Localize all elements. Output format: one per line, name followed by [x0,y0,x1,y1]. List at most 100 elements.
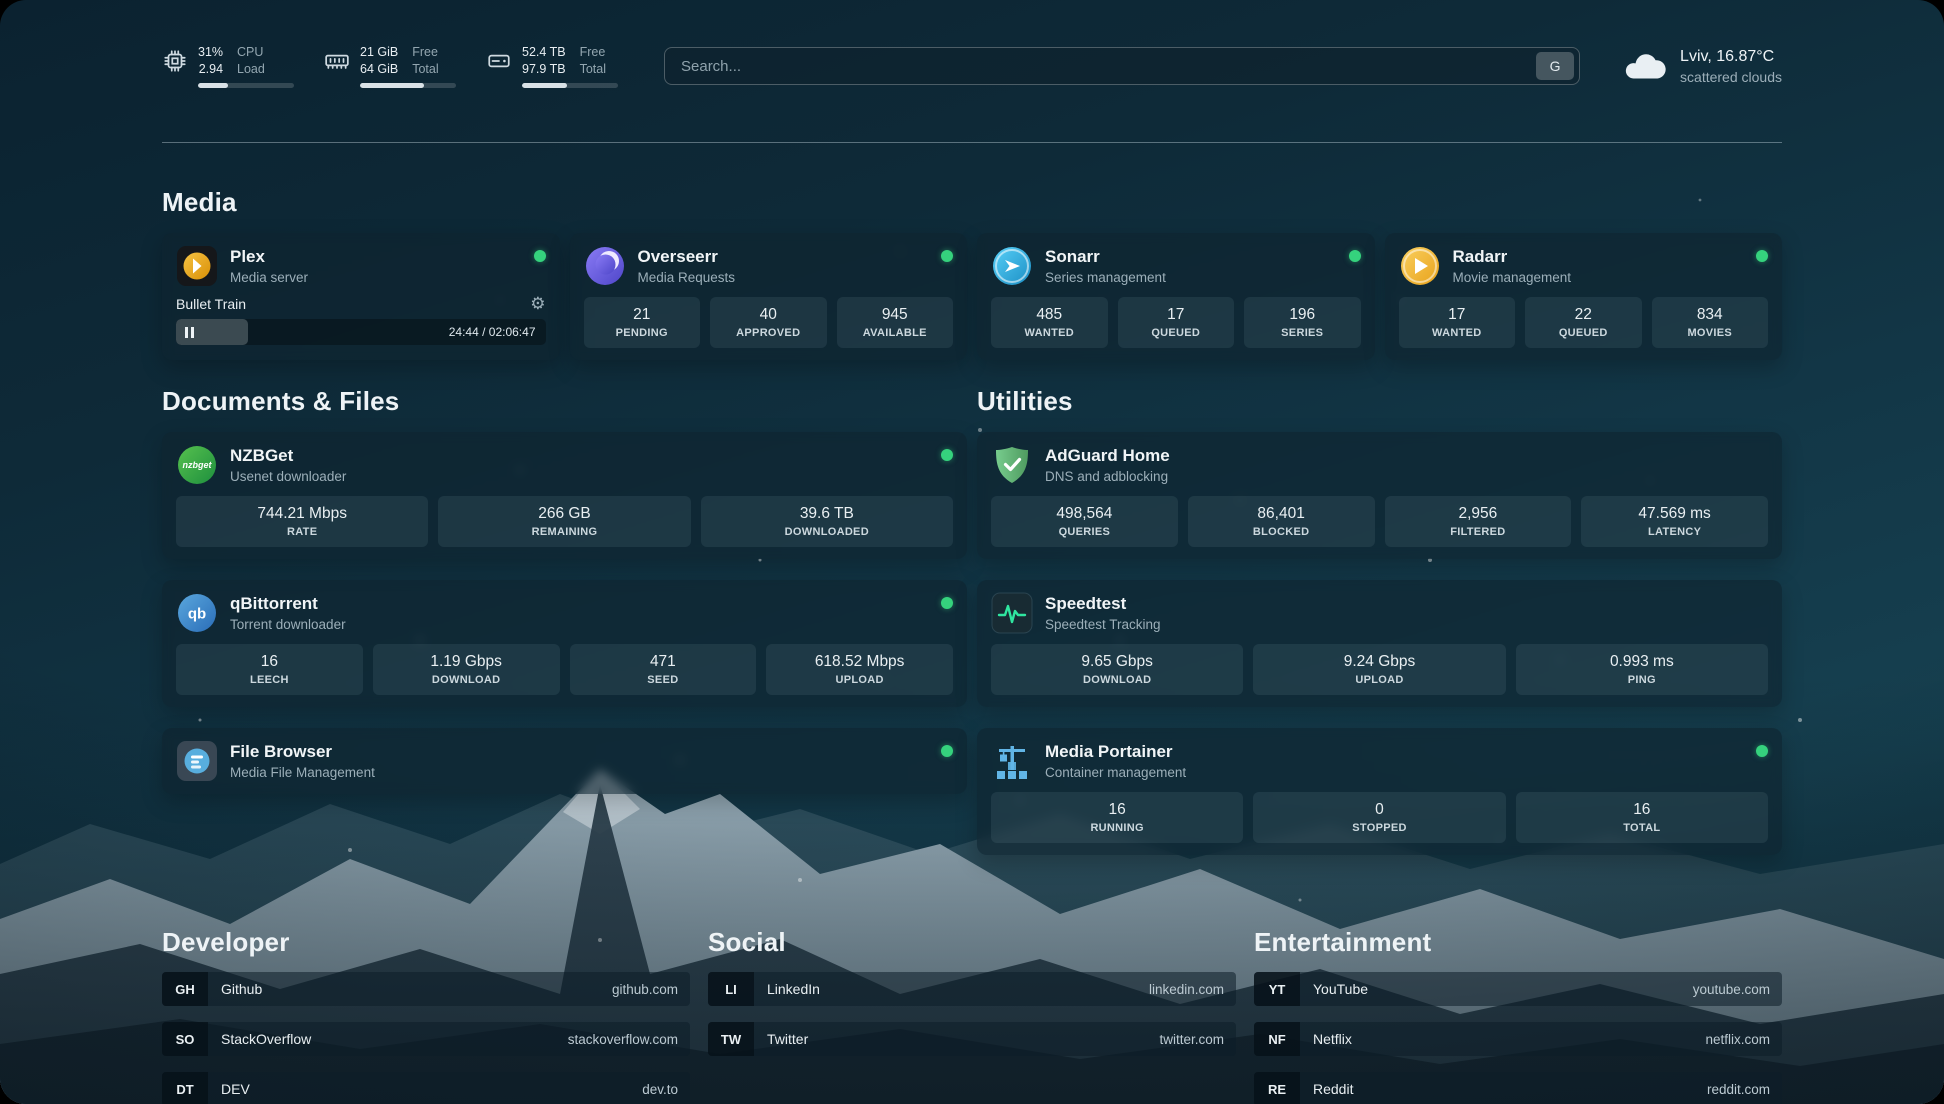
stat-box: 16 TOTAL [1516,792,1768,843]
portainer-icon [991,740,1033,782]
card-qbittorrent[interactable]: qb qBittorrent Torrent downloader 16 LEE… [162,580,967,707]
bookmark-abbr: NF [1254,1022,1300,1056]
stat-value: 2,956 [1458,505,1497,523]
app-subtitle: Movie management [1453,270,1745,285]
bookmark-github[interactable]: GH Github github.com [162,972,690,1006]
stat-label: REMAINING [532,526,598,538]
overseerr-icon [584,245,626,287]
card-plex[interactable]: Plex Media server Bullet Train ⚙ 24:44 /… [162,233,560,360]
card-radarr[interactable]: Radarr Movie management 17 WANTED 22 QUE… [1385,233,1783,360]
status-dot [1349,250,1361,262]
bookmark-name: DEV [221,1081,250,1097]
stat-box: 0.993 ms PING [1516,644,1768,695]
weather-location: Lviv, 16.87°C [1680,48,1782,66]
status-dot [941,597,953,609]
bookmark-netflix[interactable]: NF Netflix netflix.com [1254,1022,1782,1056]
bookmark-dev[interactable]: DT DEV dev.to [162,1072,690,1104]
stat-box: 618.52 Mbps UPLOAD [766,644,953,695]
app-subtitle: Series management [1045,270,1337,285]
stat-value: 618.52 Mbps [815,653,905,671]
bookmark-youtube[interactable]: YT YouTube youtube.com [1254,972,1782,1006]
top-bar: 31% 2.94 CPU Load [162,38,1782,94]
bookmark-abbr: SO [162,1022,208,1056]
bookmark-url: twitter.com [1159,1032,1224,1047]
stat-value: 40 [760,306,777,324]
stat-label: PING [1628,674,1656,686]
disk-free-value: 52.4 TB [522,44,566,61]
stat-box: 21 PENDING [584,297,701,348]
app-title: Media Portainer [1045,742,1744,762]
ram-total-label: Total [412,61,438,78]
search-engine-button[interactable]: G [1536,52,1574,80]
card-portainer[interactable]: Media Portainer Container management 16 … [977,728,1782,855]
card-overseerr[interactable]: Overseerr Media Requests 21 PENDING 40 A… [570,233,968,360]
stat-label: STOPPED [1352,822,1406,834]
card-speedtest[interactable]: Speedtest Speedtest Tracking 9.65 Gbps D… [977,580,1782,707]
card-nzbget[interactable]: nzbget NZBGet Usenet downloader 744.21 M… [162,432,967,559]
stat-value: 498,564 [1056,505,1112,523]
disk-free-label: Free [580,44,606,61]
card-filebrowser[interactable]: File Browser Media File Management [162,728,967,794]
section-title-entertainment: Entertainment [1254,927,1782,958]
bookmark-reddit[interactable]: RE Reddit reddit.com [1254,1072,1782,1104]
bookmark-name: Twitter [767,1031,808,1047]
app-title: Overseerr [638,247,930,267]
stat-box: 17 WANTED [1399,297,1516,348]
documents-column: Documents & Files nzbget [162,386,967,794]
developer-column: Developer GH Github github.com SO StackO… [162,927,690,1104]
stat-box: 744.21 Mbps RATE [176,496,428,547]
bookmark-abbr: GH [162,972,208,1006]
disk-metric: 52.4 TB 97.9 TB Free Total [486,44,618,89]
weather-widget: Lviv, 16.87°C scattered clouds [1622,48,1782,85]
stat-box: 0 STOPPED [1253,792,1505,843]
cpu-metric: 31% 2.94 CPU Load [162,44,294,89]
playback-progress-bar[interactable]: 24:44 / 02:06:47 [176,319,546,345]
bookmark-abbr: TW [708,1022,754,1056]
stat-value: 196 [1289,306,1315,324]
section-title-media: Media [162,187,1782,218]
card-sonarr[interactable]: Sonarr Series management 485 WANTED 17 Q… [977,233,1375,360]
section-title-documents: Documents & Files [162,386,967,417]
svg-text:qb: qb [188,606,206,623]
sonarr-icon [991,245,1033,287]
stat-label: SERIES [1281,327,1323,339]
stat-value: 16 [1633,801,1650,819]
cloud-icon [1622,50,1668,82]
stat-box: 40 APPROVED [710,297,827,348]
pause-icon[interactable] [185,327,194,338]
bookmark-name: YouTube [1313,981,1368,997]
status-dot [941,745,953,757]
stat-label: WANTED [1025,327,1074,339]
bookmark-twitter[interactable]: TW Twitter twitter.com [708,1022,1236,1056]
bookmark-stackoverflow[interactable]: SO StackOverflow stackoverflow.com [162,1022,690,1056]
bookmark-abbr: LI [708,972,754,1006]
app-subtitle: Media File Management [230,765,929,780]
bookmark-url: youtube.com [1693,982,1770,997]
stat-value: 834 [1697,306,1723,324]
stat-box: 498,564 QUERIES [991,496,1178,547]
speedtest-icon [991,592,1033,634]
disk-total-value: 97.9 TB [522,61,566,78]
section-title-utilities: Utilities [977,386,1782,417]
card-adguard[interactable]: AdGuard Home DNS and adblocking 498,564 … [977,432,1782,559]
disk-progress-bar [522,83,618,88]
ram-progress-bar [360,83,456,88]
app-subtitle: Media server [230,270,522,285]
stat-value: 17 [1448,306,1465,324]
search-input[interactable] [681,58,1536,75]
app-title: File Browser [230,742,929,762]
status-dot [1756,250,1768,262]
stat-label: BLOCKED [1253,526,1310,538]
gear-icon[interactable]: ⚙ [530,295,545,312]
stat-box: 266 GB REMAINING [438,496,690,547]
stat-box: 22 QUEUED [1525,297,1642,348]
filebrowser-icon [176,740,218,782]
stat-value: 1.19 Gbps [430,653,502,671]
bookmark-name: Github [221,981,262,997]
stat-label: AVAILABLE [863,327,927,339]
cpu-load-label: Load [237,61,265,78]
bookmark-abbr: YT [1254,972,1300,1006]
bookmark-linkedin[interactable]: LI LinkedIn linkedin.com [708,972,1236,1006]
app-title: Sonarr [1045,247,1337,267]
stat-value: 266 GB [538,505,591,523]
